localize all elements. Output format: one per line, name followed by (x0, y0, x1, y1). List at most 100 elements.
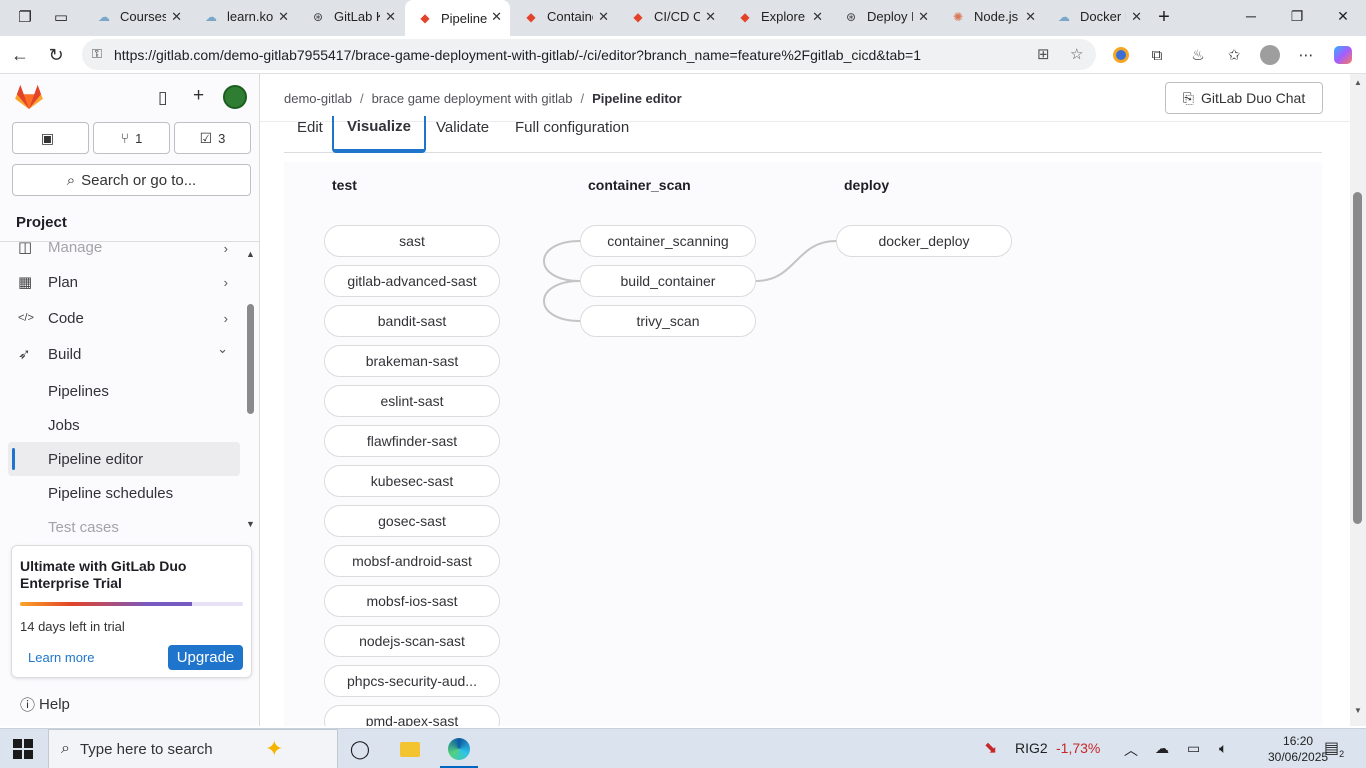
toggle-sidebar-icon[interactable]: ▯ (158, 88, 167, 108)
tab-edit[interactable]: Edit (297, 116, 323, 153)
sidebar-item-jobs[interactable]: Jobs (8, 408, 240, 442)
edge-browser-icon[interactable] (446, 737, 472, 761)
site-info-icon[interactable]: ⚿ (92, 46, 102, 62)
sidebar-scrollbar[interactable] (247, 304, 254, 414)
sidebar-item-pipeline-editor[interactable]: Pipeline editor (8, 442, 240, 476)
file-explorer-icon[interactable] (397, 737, 423, 761)
create-new-icon[interactable]: + (193, 85, 204, 107)
merge-request-counter-button[interactable]: ⑂ 1 (93, 122, 170, 154)
tab-full-configuration[interactable]: Full configuration (515, 116, 629, 153)
task-view-icon[interactable]: ◯ (347, 737, 373, 761)
close-window-icon[interactable]: ✕ (1320, 0, 1366, 32)
breadcrumb-group[interactable]: demo-gitlab (284, 91, 352, 106)
back-icon[interactable]: ← (6, 42, 34, 68)
upgrade-button[interactable]: Upgrade (168, 645, 243, 670)
stock-widget-icon[interactable]: ⬊ (984, 738, 997, 758)
browser-tab[interactable]: ◆ Pipeline ✕ (405, 0, 510, 36)
favorites-icon[interactable]: ✩ (1223, 44, 1245, 66)
job-mobsf-android-sast[interactable]: mobsf-android-sast (324, 545, 500, 577)
close-tab-icon[interactable]: ✕ (1025, 9, 1036, 25)
tab-validate[interactable]: Validate (436, 116, 489, 153)
close-tab-icon[interactable]: ✕ (385, 9, 396, 25)
close-tab-icon[interactable]: ✕ (1131, 9, 1142, 25)
todo-counter-button[interactable]: ☑ 3 (174, 122, 251, 154)
job-build-container[interactable]: build_container (580, 265, 756, 297)
page-scroll-up-icon[interactable]: ▲ (1354, 78, 1362, 87)
gitlab-logo-icon[interactable] (15, 84, 43, 110)
job-kubesec-sast[interactable]: kubesec-sast (324, 465, 500, 497)
job-docker-deploy[interactable]: docker_deploy (836, 225, 1012, 257)
url-text[interactable]: https://gitlab.com/demo-gitlab7955417/br… (114, 47, 921, 63)
restore-icon[interactable]: ❐ (1274, 0, 1320, 32)
workspaces-icon[interactable]: ❐ (12, 5, 38, 29)
job-nodejs-scan-sast[interactable]: nodejs-scan-sast (324, 625, 500, 657)
job-bandit-sast[interactable]: bandit-sast (324, 305, 500, 337)
close-tab-icon[interactable]: ✕ (171, 9, 182, 25)
performance-icon[interactable]: ♨ (1187, 44, 1209, 66)
taskbar-search-box[interactable]: ⌕ Type here to search ✦ (48, 729, 338, 768)
job-gitlab-advanced-sast[interactable]: gitlab-advanced-sast (324, 265, 500, 297)
job-mobsf-ios-sast[interactable]: mobsf-ios-sast (324, 585, 500, 617)
tab-visualize[interactable]: Visualize (332, 116, 426, 153)
battery-icon[interactable]: ▭ (1187, 740, 1200, 757)
app-available-icon[interactable]: ⊞ (1037, 45, 1050, 63)
sidebar-item-test-cases[interactable]: Test cases (8, 519, 240, 539)
job-gosec-sast[interactable]: gosec-sast (324, 505, 500, 537)
extension-circle-icon[interactable] (1110, 44, 1132, 66)
extensions-icon[interactable]: ⧉ (1146, 44, 1168, 66)
sidebar-item-manage[interactable]: ◫ Manage › (0, 242, 240, 256)
job-pmd-apex-sast[interactable]: pmd-apex-sast (324, 705, 500, 726)
sidebar-item-pipeline-schedules[interactable]: Pipeline schedules (8, 476, 240, 510)
job-sast[interactable]: sast (324, 225, 500, 257)
minimize-icon[interactable]: ─ (1228, 0, 1274, 32)
job-container-scanning[interactable]: container_scanning (580, 225, 756, 257)
issues-counter-button[interactable]: ▣ (12, 122, 89, 154)
job-trivy-scan[interactable]: trivy_scan (580, 305, 756, 337)
page-scrollbar[interactable]: ▲ ▼ (1350, 74, 1366, 726)
breadcrumb-current[interactable]: Pipeline editor (592, 91, 682, 106)
close-tab-icon[interactable]: ✕ (705, 9, 716, 25)
job-phpcs-security-aud[interactable]: phpcs-security-aud... (324, 665, 500, 697)
browser-tab[interactable]: ☁ Docker I ✕ (1044, 0, 1150, 33)
sidebar-item-code[interactable]: </> Code › (0, 301, 240, 335)
reload-icon[interactable]: ↻ (42, 42, 70, 68)
user-avatar[interactable] (223, 85, 247, 109)
job-flawfinder-sast[interactable]: flawfinder-sast (324, 425, 500, 457)
breadcrumb-project[interactable]: brace game deployment with gitlab (372, 91, 573, 106)
sidebar-item-plan[interactable]: ▦ Plan › (0, 265, 240, 299)
windows-start-icon[interactable] (12, 739, 34, 759)
page-scroll-down-icon[interactable]: ▼ (1354, 706, 1362, 715)
sidebar-item-build[interactable]: ➶ Build ⌄ (0, 337, 240, 371)
scroll-down-arrow-icon[interactable]: ▼ (246, 519, 255, 529)
network-settings-icon[interactable]: ☁ (1155, 740, 1169, 757)
scroll-up-arrow-icon[interactable]: ▲ (246, 249, 255, 259)
stock-name[interactable]: RIG2 (1015, 740, 1048, 756)
close-tab-icon[interactable]: ✕ (278, 9, 289, 25)
browser-tab[interactable]: ✺ Node.js ✕ (938, 0, 1044, 33)
browser-tab[interactable]: ⊛ Deploy H ✕ (831, 0, 937, 33)
job-brakeman-sast[interactable]: brakeman-sast (324, 345, 500, 377)
notifications-icon[interactable]: ▤2 (1324, 738, 1344, 759)
new-tab-icon[interactable]: + (1151, 5, 1177, 29)
job-eslint-sast[interactable]: eslint-sast (324, 385, 500, 417)
profile-icon[interactable] (1259, 44, 1281, 66)
show-hidden-icons[interactable]: ︿ (1124, 740, 1138, 760)
duo-chat-button[interactable]: ⎘ GitLab Duo Chat (1165, 82, 1323, 114)
learn-more-link[interactable]: Learn more (28, 650, 94, 665)
address-bar[interactable]: ⚿ https://gitlab.com/demo-gitlab7955417/… (82, 39, 1096, 70)
browser-tab[interactable]: ☁ learn.ko ✕ (191, 0, 297, 33)
stock-change[interactable]: -1,73% (1056, 740, 1100, 756)
more-menu-icon[interactable]: ⋯ (1295, 44, 1317, 66)
close-tab-icon[interactable]: ✕ (812, 9, 823, 25)
close-tab-icon[interactable]: ✕ (918, 9, 929, 25)
copilot-icon[interactable] (1332, 44, 1354, 66)
browser-tab[interactable]: ◆ Containe ✕ (511, 0, 617, 33)
page-scroll-thumb[interactable] (1353, 192, 1362, 524)
favorite-star-icon[interactable]: ☆ (1070, 45, 1083, 63)
search-or-go-to-button[interactable]: ⌕ Search or go to... (12, 164, 251, 196)
sidebar-item-pipelines[interactable]: Pipelines (8, 374, 240, 408)
volume-icon[interactable]: 🔈︎ (1219, 740, 1227, 757)
help-button[interactable]: ⓘ Help (20, 694, 70, 715)
browser-tab[interactable]: ◆ CI/CD Co ✕ (618, 0, 724, 33)
tab-actions-icon[interactable]: ▭ (48, 5, 74, 29)
